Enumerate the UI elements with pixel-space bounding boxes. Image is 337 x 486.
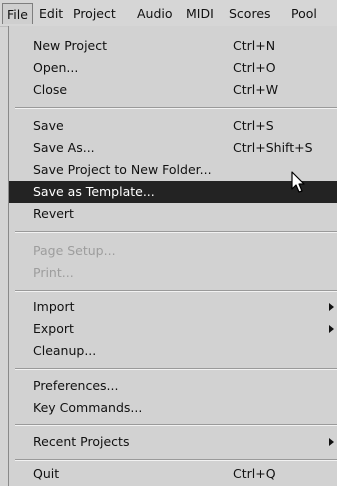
menu-item-label: Key Commands... <box>33 400 143 415</box>
menu-separator <box>15 424 337 426</box>
shortcut-label: Ctrl+N <box>233 38 276 53</box>
menu-item-page-setup: Page Setup... <box>9 240 337 262</box>
menu-item-save-as-template[interactable]: Save as Template... <box>9 181 337 203</box>
menu-separator <box>15 368 337 370</box>
menu-item-new-project[interactable]: New Project Ctrl+N <box>9 35 337 57</box>
submenu-arrow-icon <box>329 303 334 311</box>
menu-item-label: Quit <box>33 466 60 481</box>
menu-item-label: Export <box>33 321 74 336</box>
menu-item-export[interactable]: Export <box>9 318 337 340</box>
menu-pool[interactable]: Pool <box>287 4 321 24</box>
menu-item-label: Import <box>33 299 75 314</box>
file-dropdown-menu: New Project Ctrl+N Open... Ctrl+O Close … <box>8 26 337 486</box>
menu-separator <box>15 290 337 292</box>
menu-item-label: Print... <box>33 265 74 280</box>
menu-midi[interactable]: MIDI <box>182 4 218 24</box>
menu-edit[interactable]: Edit <box>35 4 67 24</box>
menu-item-label: Revert <box>33 206 74 221</box>
submenu-arrow-icon <box>329 438 334 446</box>
menu-item-import[interactable]: Import <box>9 296 337 318</box>
menu-item-label: Page Setup... <box>33 243 116 258</box>
menu-item-label: Save As... <box>33 140 95 155</box>
menu-bar: File Edit Project Audio MIDI Scores Pool <box>0 0 337 27</box>
shortcut-label: Ctrl+W <box>233 82 279 97</box>
menu-item-label: New Project <box>33 38 108 53</box>
menu-item-close[interactable]: Close Ctrl+W <box>9 79 337 101</box>
menu-item-label: Open... <box>33 60 79 75</box>
menu-item-save[interactable]: Save Ctrl+S <box>9 115 337 137</box>
menu-separator <box>15 459 337 461</box>
menu-item-label: Recent Projects <box>33 434 130 449</box>
menu-item-revert[interactable]: Revert <box>9 203 337 225</box>
shortcut-label: Ctrl+O <box>233 60 276 75</box>
menu-item-label: Cleanup... <box>33 343 97 358</box>
menu-item-save-project-new-folder[interactable]: Save Project to New Folder... <box>9 159 337 181</box>
menu-item-preferences[interactable]: Preferences... <box>9 375 337 397</box>
shortcut-label: Ctrl+Shift+S <box>233 140 313 155</box>
menu-item-recent-projects[interactable]: Recent Projects <box>9 431 337 453</box>
menu-item-print: Print... <box>9 262 337 284</box>
menu-item-label: Preferences... <box>33 378 119 393</box>
submenu-arrow-icon <box>329 325 334 333</box>
menu-separator <box>15 107 337 109</box>
menu-item-label: Save Project to New Folder... <box>33 162 212 177</box>
menu-file[interactable]: File <box>2 3 33 24</box>
menu-item-save-as[interactable]: Save As... Ctrl+Shift+S <box>9 137 337 159</box>
menu-item-open[interactable]: Open... Ctrl+O <box>9 57 337 79</box>
menu-item-cleanup[interactable]: Cleanup... <box>9 340 337 362</box>
shortcut-label: Ctrl+S <box>233 118 274 133</box>
menu-audio[interactable]: Audio <box>133 4 177 24</box>
menu-item-label: Save <box>33 118 64 133</box>
menu-item-key-commands[interactable]: Key Commands... <box>9 397 337 419</box>
menu-project[interactable]: Project <box>69 4 120 24</box>
menu-separator <box>15 231 337 233</box>
shortcut-label: Ctrl+Q <box>233 466 276 481</box>
mouse-pointer-icon <box>291 171 305 193</box>
menu-item-label: Close <box>33 82 68 97</box>
menu-item-quit[interactable]: Quit Ctrl+Q <box>9 463 337 485</box>
menu-scores[interactable]: Scores <box>225 4 275 24</box>
menu-item-label: Save as Template... <box>33 184 155 199</box>
